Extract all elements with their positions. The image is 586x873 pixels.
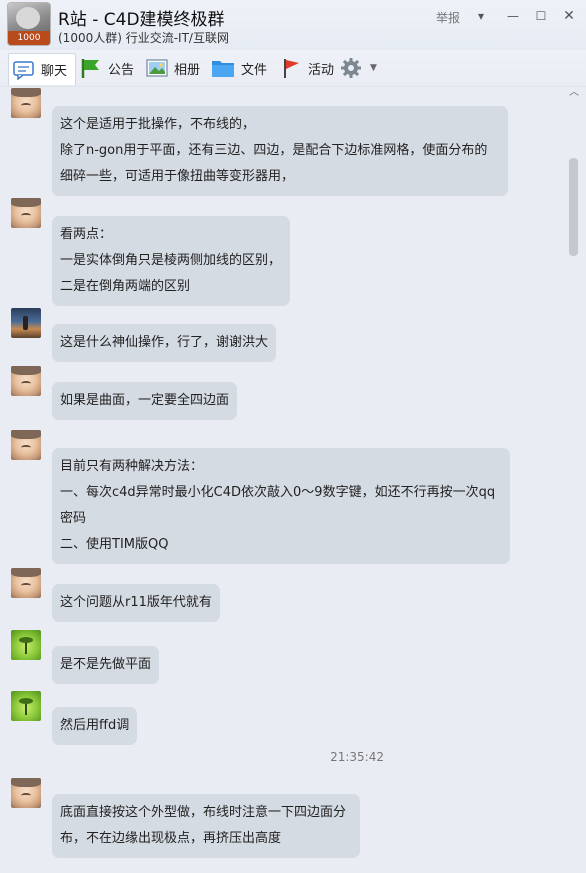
- menu-dropdown-icon[interactable]: ▾: [472, 8, 490, 24]
- message-bubble: 这是什么神仙操作，行了，谢谢洪大: [52, 324, 277, 362]
- message-bubble: 然后用ffd调: [52, 707, 138, 745]
- message-bubble: 如果是曲面，一定要全四边面: [52, 382, 238, 420]
- group-name: R站 - C4D建模终极群: [58, 10, 225, 30]
- message-bubble: 看两点： 一是实体倒角只是棱两侧加线的区别， 二是在倒角两端的区别: [52, 216, 290, 306]
- scrollbar-thumb[interactable]: [569, 158, 578, 256]
- message-line: 目前只有两种解决方法：: [60, 459, 204, 474]
- tab-album-label: 相册: [174, 62, 201, 78]
- message-line: 一是实体倒角只是棱两侧加线的区别，: [60, 253, 282, 268]
- group-avatar[interactable]: 1000: [8, 3, 50, 45]
- message-bubble: 这个是适用于批操作，不布线的， 除了n-gon用于平面，还有三边、四边，是配合下…: [52, 106, 508, 196]
- avatar[interactable]: [11, 430, 41, 460]
- message-line: 这个问题从r11版年代就有: [60, 595, 212, 610]
- message-line: 这个是适用于批操作，不布线的，: [60, 117, 256, 132]
- message-line: 是不是先做平面: [60, 657, 152, 672]
- tab-chat[interactable]: 聊天: [8, 53, 77, 85]
- gear-icon: [341, 58, 361, 78]
- message-line: 二、使用TIM版QQ: [60, 537, 169, 552]
- message-line: 看两点：: [60, 227, 113, 242]
- message-line: 布，不在边缘出现极点，再挤压出高度: [60, 831, 282, 846]
- avatar[interactable]: [11, 88, 41, 118]
- message-line: 细碎一些，可适用于像扭曲等变形器用，: [60, 169, 295, 184]
- message-line: 除了n-gon用于平面，还有三边、四边，是配合下边标准网格，使面分布的: [60, 143, 488, 158]
- title-bar: 1000 R站 - C4D建模终极群 (1000人群) 行业交流-IT/互联网 …: [0, 0, 586, 50]
- maximize-icon[interactable]: ☐: [532, 8, 550, 24]
- avatar[interactable]: [11, 630, 41, 660]
- group-subtitle: (1000人群) 行业交流-IT/互联网: [58, 31, 229, 45]
- message-line: 如果是曲面，一定要全四边面: [60, 393, 230, 408]
- timestamp: 21:35:42: [330, 750, 384, 764]
- message-line: 一、每次c4d异常时最小化C4D依次敲入0～9数字键，如还不行再按一次qq: [60, 485, 496, 500]
- message-bubble: 目前只有两种解决方法： 一、每次c4d异常时最小化C4D依次敲入0～9数字键，如…: [52, 448, 510, 564]
- photo-icon: [146, 59, 168, 77]
- chevron-down-icon: ▼: [370, 63, 377, 73]
- message-bubble: 这个问题从r11版年代就有: [52, 584, 220, 622]
- group-size-badge: 1000: [8, 31, 50, 45]
- chat-icon: [13, 60, 34, 80]
- tab-album[interactable]: 相册: [146, 53, 200, 83]
- tab-notice[interactable]: 公告: [80, 53, 134, 83]
- flag-icon: [81, 59, 99, 78]
- tab-files[interactable]: 文件: [211, 53, 267, 83]
- tab-chat-label: 聊天: [41, 64, 68, 79]
- avatar[interactable]: [11, 691, 41, 721]
- chat-history[interactable]: 这个是适用于批操作，不布线的， 除了n-gon用于平面，还有三边、四边，是配合下…: [0, 86, 586, 873]
- tab-activity-label: 活动: [308, 62, 335, 78]
- message-line: 然后用ffd调: [60, 718, 130, 733]
- avatar[interactable]: [11, 568, 41, 598]
- message-bubble: 是不是先做平面: [52, 646, 160, 684]
- message-line: 密码: [60, 511, 87, 526]
- avatar[interactable]: [11, 308, 41, 338]
- close-icon[interactable]: ✕: [560, 8, 578, 24]
- scroll-up-icon[interactable]: ︿: [566, 86, 582, 100]
- message-line: 这是什么神仙操作，行了，谢谢洪大: [60, 335, 269, 350]
- avatar[interactable]: [11, 778, 41, 808]
- avatar[interactable]: [11, 198, 41, 228]
- message-line: 底面直接按这个外型做，布线时注意一下四边面分: [60, 805, 347, 820]
- tab-settings[interactable]: ▼: [340, 53, 377, 83]
- tab-bar: 聊天 公告 相册 文件 活动 ▼: [0, 50, 586, 87]
- report-link[interactable]: 举报: [436, 9, 460, 26]
- avatar[interactable]: [11, 366, 41, 396]
- tab-notice-label: 公告: [108, 62, 135, 78]
- pin-flag-icon: [284, 59, 299, 78]
- folder-icon: [212, 61, 234, 77]
- message-bubble: 底面直接按这个外型做，布线时注意一下四边面分 布，不在边缘出现极点，再挤压出高度: [52, 794, 360, 858]
- minimize-icon[interactable]: —: [504, 8, 522, 24]
- tab-files-label: 文件: [241, 62, 268, 78]
- tab-activity[interactable]: 活动: [280, 53, 334, 83]
- message-line: 二是在倒角两端的区别: [60, 279, 191, 294]
